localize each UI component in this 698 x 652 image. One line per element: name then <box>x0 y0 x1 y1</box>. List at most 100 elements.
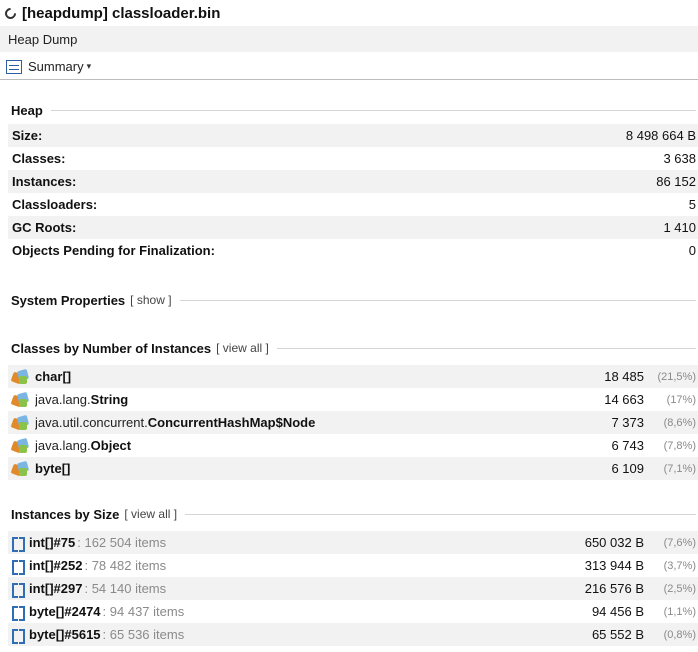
instance-count: 18 485 <box>604 369 644 384</box>
system-properties-show-link[interactable]: [ show ] <box>130 293 171 307</box>
instance-size: 65 552 B <box>591 627 644 642</box>
instance-name: int[]#252 <box>29 558 83 573</box>
instance-size: 216 576 B <box>584 581 644 596</box>
class-icon <box>10 368 30 385</box>
classes-by-instances-header: Classes by Number of Instances [ view al… <box>11 338 698 358</box>
array-icon <box>12 605 26 621</box>
instance-name: byte[]#5615 <box>29 627 101 642</box>
instances-by-size-title: Instances by Size <box>11 506 120 522</box>
window-titlebar: [heapdump] classloader.bin <box>0 0 698 26</box>
instance-percent: (7,8%) <box>663 439 696 452</box>
classes-by-instances-title: Classes by Number of Instances <box>11 340 212 356</box>
heap-value: 8 498 664 B <box>625 128 696 143</box>
heap-row-pending-finalization: Objects Pending for Finalization: 0 <box>8 239 698 262</box>
chevron-down-icon[interactable]: ▾ <box>87 61 92 72</box>
heap-label: Classes: <box>12 151 66 166</box>
class-name: java.util.concurrent.ConcurrentHashMap$N… <box>35 415 584 430</box>
system-properties-header: System Properties [ show ] <box>11 290 698 310</box>
heap-label: Size: <box>12 128 43 143</box>
class-simple-name: byte[] <box>35 461 71 476</box>
instance-row[interactable]: int[]#75 : 162 504 items 650 032 B (7,6%… <box>8 531 698 554</box>
instance-name: int[]#297 <box>29 581 83 596</box>
class-name: java.lang.String <box>35 392 584 407</box>
heap-section-header: Heap <box>11 100 698 120</box>
classes-view-all-link[interactable]: [ view all ] <box>216 341 269 355</box>
class-icon <box>10 391 30 408</box>
class-name: java.lang.Object <box>35 438 584 453</box>
instance-count: 6 743 <box>611 438 644 453</box>
class-name: char[] <box>35 369 584 384</box>
class-row[interactable]: java.lang.String 14 663 (17%) <box>8 388 698 411</box>
class-name: byte[] <box>35 461 584 476</box>
instance-size: 313 944 B <box>584 558 644 573</box>
heap-value: 5 <box>688 197 696 212</box>
window-title: [heapdump] classloader.bin <box>22 4 221 22</box>
heap-row-instances: Instances: 86 152 <box>8 170 698 193</box>
class-icon <box>10 460 30 477</box>
instance-size-percent: (1,1%) <box>663 605 696 618</box>
heap-value: 3 638 <box>663 151 696 166</box>
heap-row-classes: Classes: 3 638 <box>8 147 698 170</box>
instance-row[interactable]: int[]#252 : 78 482 items 313 944 B (3,7%… <box>8 554 698 577</box>
view-toolbar: Summary ▾ <box>0 54 698 80</box>
heap-section-title: Heap <box>11 102 43 118</box>
tab-heap-dump[interactable]: Heap Dump <box>8 32 77 47</box>
instance-size-percent: (3,7%) <box>663 559 696 572</box>
class-icon <box>10 414 30 431</box>
instance-count: 6 109 <box>611 461 644 476</box>
class-package: java.lang. <box>35 392 91 407</box>
array-icon <box>12 536 26 552</box>
heap-value: 0 <box>688 243 696 258</box>
heap-label: GC Roots: <box>12 220 77 235</box>
instance-items: : 78 482 items <box>84 558 167 573</box>
class-simple-name: String <box>90 392 129 407</box>
instance-count: 14 663 <box>604 392 644 407</box>
class-package: java.util.concurrent. <box>35 415 148 430</box>
class-row[interactable]: char[] 18 485 (21,5%) <box>8 365 698 388</box>
array-icon <box>12 559 26 575</box>
instance-count: 7 373 <box>611 415 644 430</box>
class-simple-name: char[] <box>35 369 72 384</box>
section-divider <box>276 347 696 349</box>
instance-percent: (17%) <box>666 393 696 406</box>
view-tab-bar: Heap Dump <box>0 26 698 52</box>
instance-items: : 54 140 items <box>84 581 167 596</box>
class-package: java.lang. <box>35 438 91 453</box>
instance-name: byte[]#2474 <box>29 604 101 619</box>
instance-percent: (8,6%) <box>663 416 696 429</box>
instance-row[interactable]: byte[]#5615 : 65 536 items 65 552 B (0,8… <box>8 623 698 646</box>
instance-items: : 94 437 items <box>102 604 185 619</box>
instance-size-percent: (2,5%) <box>663 582 696 595</box>
loading-spinner-icon <box>2 5 19 21</box>
instance-items: : 65 536 items <box>102 627 185 642</box>
heap-value: 86 152 <box>656 174 696 189</box>
heap-row-size: Size: 8 498 664 B <box>8 124 698 147</box>
class-row[interactable]: java.lang.Object 6 743 (7,8%) <box>8 434 698 457</box>
instance-row[interactable]: int[]#297 : 54 140 items 216 576 B (2,5%… <box>8 577 698 600</box>
instances-view-all-link[interactable]: [ view all ] <box>124 507 177 521</box>
instance-percent: (7,1%) <box>663 462 696 475</box>
class-simple-name: ConcurrentHashMap$Node <box>147 415 316 430</box>
section-divider <box>185 513 696 515</box>
section-divider <box>179 299 696 301</box>
instance-size: 94 456 B <box>591 604 644 619</box>
instance-size: 650 032 B <box>584 535 644 550</box>
instance-row[interactable]: byte[]#2474 : 94 437 items 94 456 B (1,1… <box>8 600 698 623</box>
class-simple-name: Object <box>90 438 132 453</box>
class-icon <box>10 437 30 454</box>
section-divider <box>50 109 696 111</box>
heap-label: Classloaders: <box>12 197 98 212</box>
instance-size-percent: (7,6%) <box>663 536 696 549</box>
heap-label: Objects Pending for Finalization: <box>12 243 215 258</box>
document-icon <box>6 59 22 74</box>
class-row[interactable]: byte[] 6 109 (7,1%) <box>8 457 698 480</box>
instance-size-percent: (0,8%) <box>663 628 696 641</box>
instance-items: : 162 504 items <box>77 535 167 550</box>
instance-name: int[]#75 <box>29 535 76 550</box>
system-properties-title: System Properties <box>11 292 126 308</box>
array-icon <box>12 628 26 644</box>
heap-label: Instances: <box>12 174 77 189</box>
summary-dropdown[interactable]: Summary <box>28 59 84 74</box>
heap-row-gc-roots: GC Roots: 1 410 <box>8 216 698 239</box>
class-row[interactable]: java.util.concurrent.ConcurrentHashMap$N… <box>8 411 698 434</box>
